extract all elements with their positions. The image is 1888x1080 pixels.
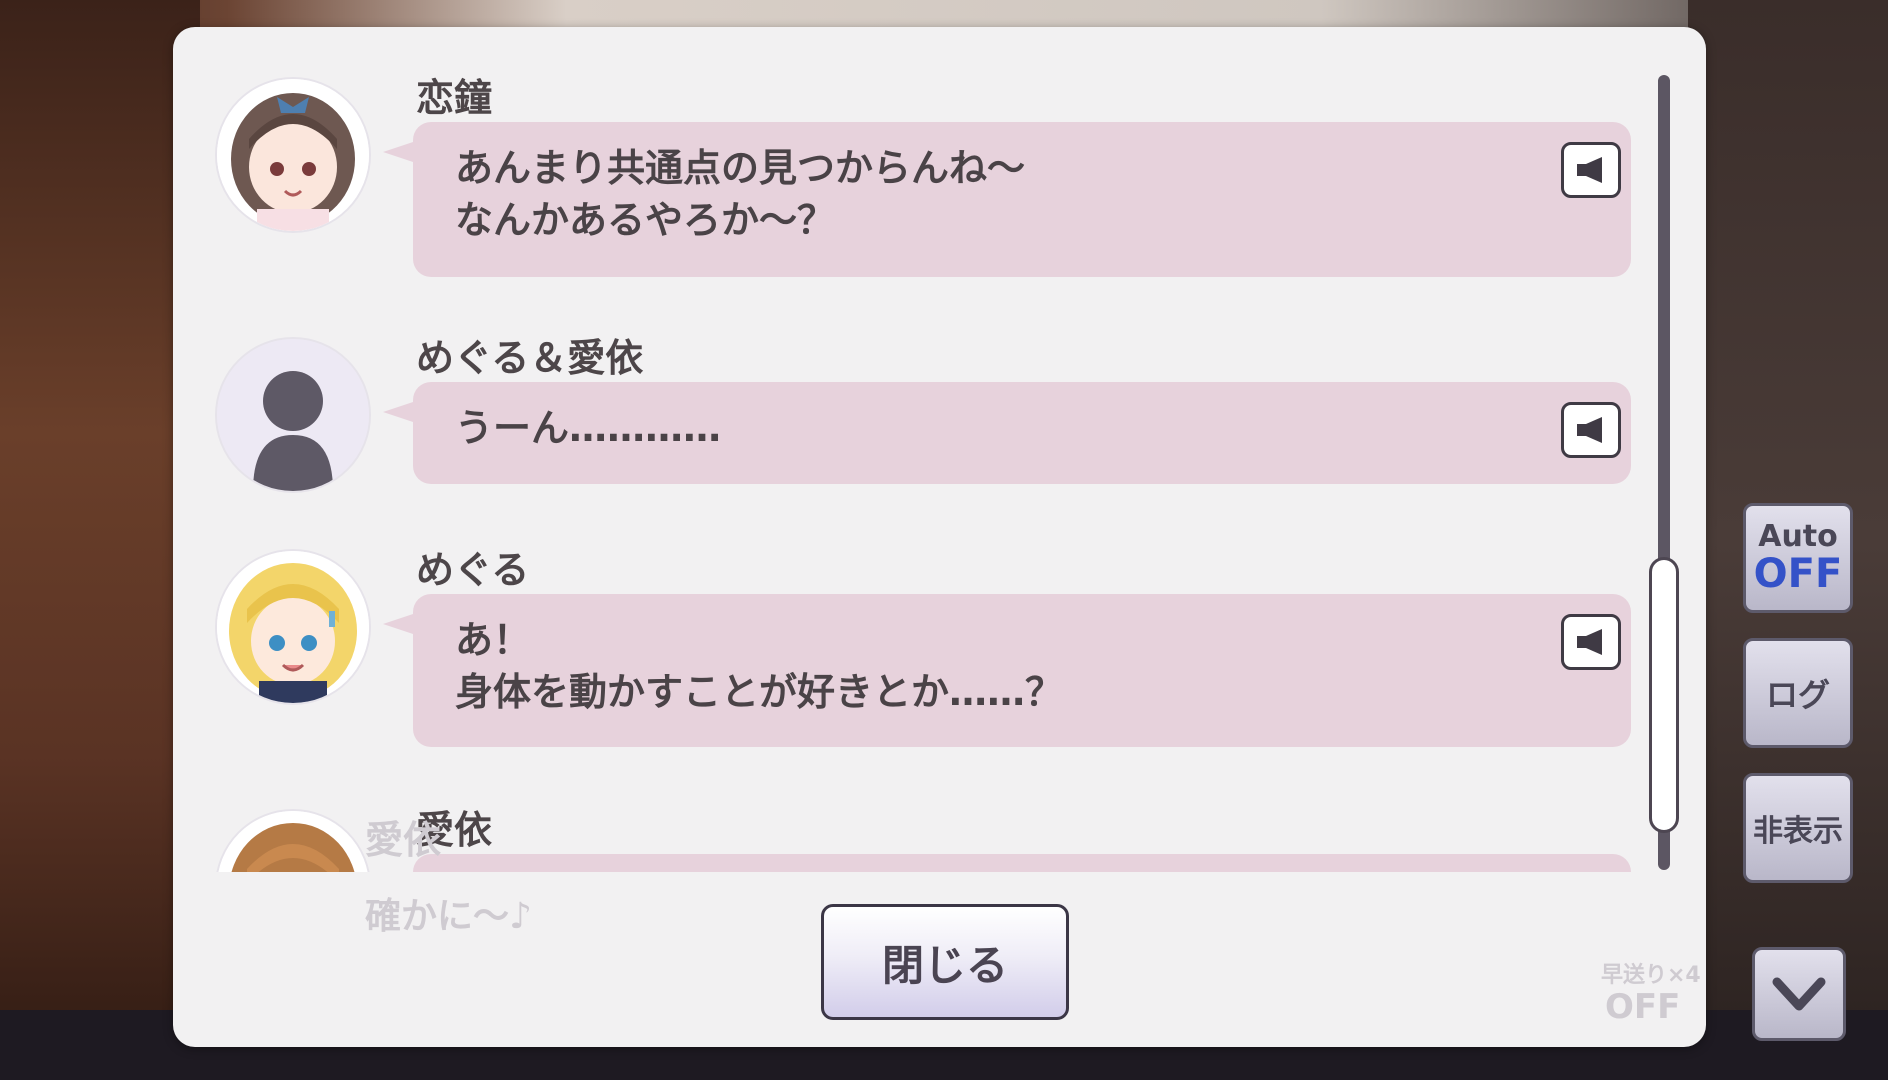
message-bubble: あ！ 身体を動かすことが好きとか……？ [383, 594, 1631, 747]
speaker-name: 恋鐘 [416, 76, 493, 120]
message-log-list[interactable]: 恋鐘 あんまり共通点の見つからんね～ なんかあるやろか～？ めぐる＆愛依 うーん… [173, 27, 1706, 872]
background-room-left [0, 0, 200, 1080]
scrollbar-thumb[interactable] [1649, 557, 1679, 833]
log-button[interactable]: ログ [1743, 638, 1853, 748]
auto-toggle-button[interactable]: Auto OFF [1743, 503, 1853, 613]
background-fast-forward-state: OFF [1605, 987, 1681, 1027]
avatar-meguru [215, 549, 371, 705]
background-fast-forward-label: 早送り×4 [1601, 963, 1701, 988]
speaker-icon [1577, 629, 1602, 655]
background-speaker-name: 愛依 [365, 818, 442, 862]
message-bubble: あんまり共通点の見つからんね～ なんかあるやろか～？ [383, 122, 1631, 277]
message-text: うーん………… [455, 406, 722, 450]
voice-replay-button[interactable] [1561, 614, 1621, 670]
hide-label: 非表示 [1753, 814, 1843, 849]
message-log-dialog: 恋鐘 あんまり共通点の見つからんね～ なんかあるやろか～？ めぐる＆愛依 うーん… [173, 27, 1706, 1047]
message-bubble: うーん………… [383, 382, 1631, 484]
speaker-name: めぐる＆愛依 [416, 336, 644, 380]
avatar-mei [215, 809, 371, 872]
message-text: あんまり共通点の見つからんね～ なんかあるやろか～？ [455, 146, 1026, 242]
message-bubble [413, 854, 1631, 872]
auto-state: OFF [1753, 551, 1843, 597]
voice-replay-button[interactable] [1561, 142, 1621, 198]
chevron-down-icon [1772, 977, 1826, 1011]
auto-label: Auto [1758, 519, 1838, 554]
voice-replay-button[interactable] [1561, 402, 1621, 458]
background-dialogue-text: 確かに～♪ [365, 896, 532, 937]
hide-ui-button[interactable]: 非表示 [1743, 773, 1853, 883]
speaker-name: めぐる [416, 548, 530, 592]
avatar-silhouette [215, 337, 371, 493]
close-button[interactable]: 閉じる [821, 904, 1069, 1020]
speaker-icon [1577, 157, 1602, 183]
log-label: ログ [1765, 676, 1830, 714]
speaker-icon [1577, 417, 1602, 443]
menu-expand-button[interactable] [1752, 947, 1846, 1041]
message-text: あ！ 身体を動かすことが好きとか……？ [455, 618, 1064, 714]
avatar-kogane [215, 77, 371, 233]
